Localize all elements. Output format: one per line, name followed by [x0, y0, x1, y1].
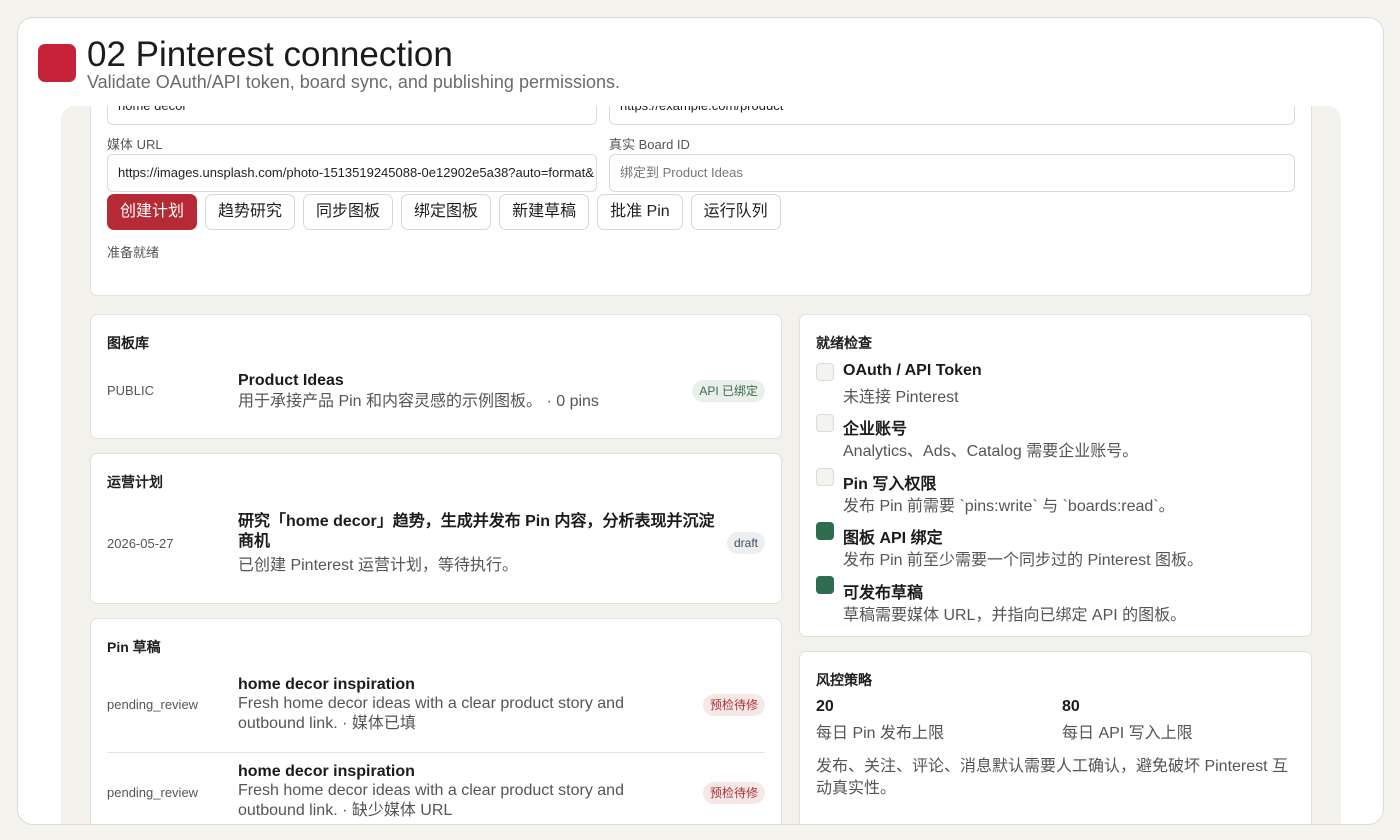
checkbox-icon: [816, 414, 834, 432]
operations-plan-title: 运营计划: [107, 474, 163, 490]
status-text: 准备就绪: [107, 245, 160, 260]
pin-drafts-panel: Pin 草稿 pending_review home decor inspira…: [90, 618, 782, 824]
new-draft-button[interactable]: 新建草稿: [499, 194, 590, 230]
draft-desc: Fresh home decor ideas with a clear prod…: [238, 782, 624, 819]
check-title: 可发布草稿: [843, 585, 924, 602]
status-badge: 预检待修: [702, 782, 765, 804]
checkbox-checked-icon: [816, 522, 834, 540]
media-url-input[interactable]: https://images.unsplash.com/photo-151351…: [107, 154, 597, 192]
status-badge: API 已绑定: [692, 380, 765, 402]
board-desc: 用于承接产品 Pin 和内容灵感的示例图板。 · 0 pins: [238, 393, 599, 410]
board-library-title: 图板库: [107, 335, 149, 351]
pin-drafts-title: Pin 草稿: [107, 639, 161, 655]
daily-pin-limit-label: 每日 Pin 发布上限: [816, 725, 945, 742]
operations-plan-panel: 运营计划 2026-05-27 研究「home decor」趋势，生成并发布 P…: [90, 453, 782, 604]
readiness-panel: 就绪检查 OAuth / API Token 未连接 Pinterest 企业账…: [799, 314, 1312, 637]
board-id-input[interactable]: 绑定到 Product Ideas: [609, 154, 1295, 192]
check-title: OAuth / API Token: [843, 362, 982, 379]
plan-date: 2026-05-27: [107, 536, 174, 551]
product-url-input[interactable]: https://example.com/product: [609, 106, 1295, 125]
run-queue-button[interactable]: 运行队列: [690, 194, 781, 230]
board-id-label: 真实 Board ID: [609, 137, 690, 152]
readiness-title: 就绪检查: [816, 335, 872, 351]
content-area: home decor https://example.com/product 媒…: [61, 106, 1341, 824]
plan-desc: 已创建 Pinterest 运营计划，等待执行。: [238, 557, 519, 574]
check-desc: 发布 Pin 前需要 `pins:write` 与 `boards:read`。: [843, 498, 1175, 515]
board-visibility: PUBLIC: [107, 383, 154, 398]
status-badge: 预检待修: [702, 694, 765, 716]
check-desc: 草稿需要媒体 URL，并指向已绑定 API 的图板。: [843, 607, 1187, 624]
policy-text: 发布、关注、评论、消息默认需要人工确认，避免破坏 Pinterest 互动真实性…: [816, 758, 1289, 797]
risk-policy-panel: 风控策略 20 每日 Pin 发布上限 80 每日 API 写入上限 发布、关注…: [799, 651, 1312, 824]
trend-research-button[interactable]: 趋势研究: [205, 194, 296, 230]
daily-api-limit-value: 80: [1062, 698, 1080, 715]
page-subtitle: Validate OAuth/API token, board sync, an…: [87, 72, 620, 92]
draft-desc: Fresh home decor ideas with a clear prod…: [238, 695, 624, 732]
check-desc: Analytics、Ads、Catalog 需要企业账号。: [843, 443, 1139, 460]
keyword-input[interactable]: home decor: [107, 106, 597, 125]
status-badge: draft: [726, 532, 765, 554]
daily-api-limit-label: 每日 API 写入上限: [1062, 725, 1193, 742]
check-title: 图板 API 绑定: [843, 530, 943, 547]
bind-board-button[interactable]: 绑定图板: [401, 194, 492, 230]
checkbox-icon: [816, 468, 834, 486]
draft-status: pending_review: [107, 697, 199, 712]
action-toolbar: 创建计划 趋势研究 同步图板 绑定图板 新建草稿 批准 Pin 运行队列: [107, 194, 781, 230]
create-plan-button[interactable]: 创建计划: [107, 194, 198, 230]
sync-boards-button[interactable]: 同步图板: [303, 194, 394, 230]
draft-title: home decor inspiration: [238, 763, 415, 780]
pinterest-logo-icon: [38, 44, 76, 82]
approve-pin-button[interactable]: 批准 Pin: [597, 194, 683, 230]
app-window: 02 Pinterest connection Validate OAuth/A…: [17, 17, 1384, 825]
page-title: 02 Pinterest connection: [87, 35, 453, 74]
check-title: Pin 写入权限: [843, 476, 937, 493]
check-title: 企业账号: [843, 421, 908, 438]
board-name: Product Ideas: [238, 372, 344, 389]
media-url-label: 媒体 URL: [107, 137, 163, 152]
draft-status: pending_review: [107, 785, 199, 800]
plan-form-panel: home decor https://example.com/product 媒…: [90, 106, 1312, 296]
checkbox-checked-icon: [816, 576, 834, 594]
row-divider: [107, 752, 765, 753]
check-desc: 发布 Pin 前至少需要一个同步过的 Pinterest 图板。: [843, 552, 1204, 569]
checkbox-icon: [816, 363, 834, 381]
board-library-panel: 图板库 PUBLIC Product Ideas 用于承接产品 Pin 和内容灵…: [90, 314, 782, 439]
plan-title: 研究「home decor」趋势，生成并发布 Pin 内容，分析表现并沉淀商机: [238, 513, 715, 550]
draft-title: home decor inspiration: [238, 676, 415, 693]
risk-policy-title: 风控策略: [816, 672, 872, 688]
daily-pin-limit-value: 20: [816, 698, 834, 715]
check-desc: 未连接 Pinterest: [843, 389, 959, 406]
